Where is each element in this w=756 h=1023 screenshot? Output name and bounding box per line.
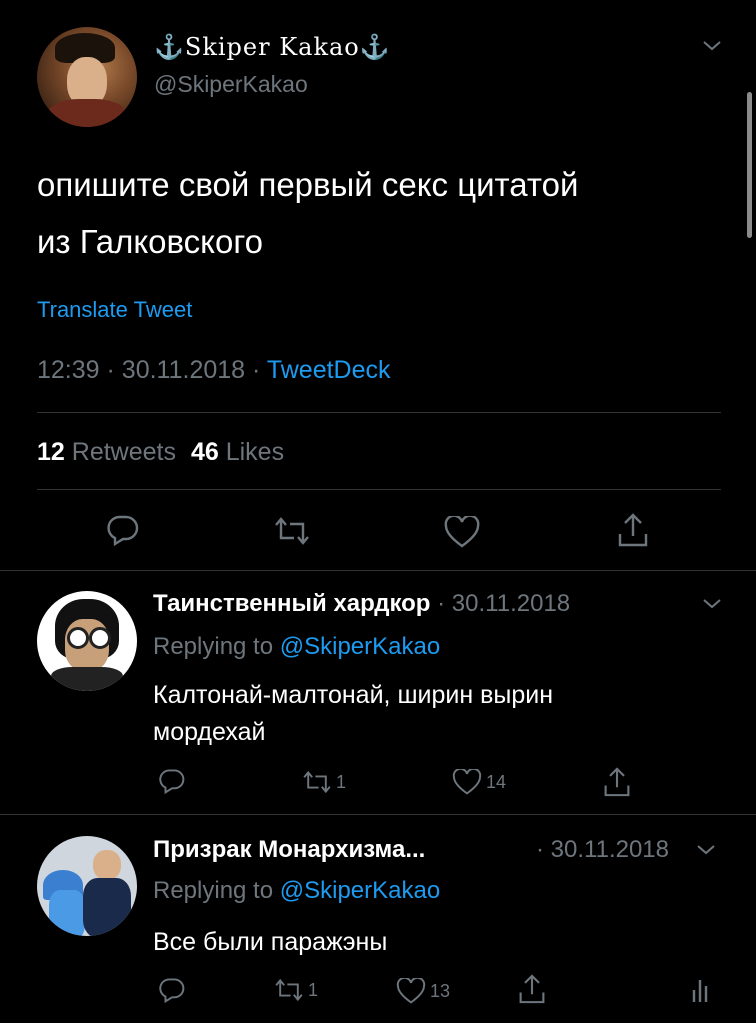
- engagement-stats: 12 Retweets 46 Likes: [37, 438, 284, 467]
- replying-to-prefix: Replying to: [153, 877, 274, 904]
- separator-dot: ·: [106, 356, 115, 384]
- tweet-menu-chevron[interactable]: [700, 38, 724, 54]
- like-button[interactable]: [444, 516, 480, 548]
- reply-like-count: 13: [430, 980, 451, 1001]
- chevron-down-icon: [703, 599, 721, 609]
- retweets-label: Retweets: [71, 438, 176, 466]
- reply-reply-button[interactable]: [158, 768, 186, 794]
- reply-analytics-button[interactable]: [690, 976, 710, 1004]
- reply-retweet-count: 1: [336, 771, 347, 792]
- replying-to-prefix: Replying to: [153, 633, 274, 660]
- reply-button[interactable]: [106, 514, 140, 546]
- tweet-source-link[interactable]: TweetDeck: [267, 356, 391, 384]
- translate-tweet-link[interactable]: Translate Tweet: [37, 297, 192, 323]
- retweets-stat[interactable]: 12 Retweets: [37, 438, 183, 466]
- reply-like-count: 14: [486, 771, 507, 792]
- share-icon: [604, 767, 630, 797]
- divider: [0, 570, 756, 571]
- reply-author-name[interactable]: Таинственный хардкор: [153, 590, 430, 617]
- tweet-text-line-1: опишите свой первый секс цитатой: [37, 166, 579, 203]
- like-icon: [444, 516, 480, 548]
- reply-date: · 30.11.2018: [437, 590, 571, 617]
- reply-icon: [159, 978, 185, 1003]
- likes-count: 46: [190, 438, 219, 466]
- reply-retweet-button[interactable]: 1: [272, 978, 318, 1002]
- share-icon: [618, 513, 648, 547]
- author-avatar[interactable]: [37, 27, 137, 127]
- author-display-name[interactable]: ⚓Skiper Kakao⚓: [154, 33, 391, 61]
- reply-author-name[interactable]: Призрак Монархизма...: [153, 836, 425, 864]
- reply-menu-chevron[interactable]: [694, 842, 718, 858]
- retweet-button[interactable]: [272, 516, 312, 546]
- reply-text-line-2: мордехай: [153, 718, 266, 746]
- share-icon: [519, 974, 545, 1004]
- retweets-count: 12: [37, 438, 65, 466]
- chevron-down-icon: [697, 845, 715, 855]
- likes-stat[interactable]: 46 Likes: [191, 438, 284, 466]
- reply-retweet-count: 1: [308, 979, 319, 1000]
- reply-retweet-button[interactable]: 1: [300, 770, 346, 794]
- reply-date: · 30.11.2018: [536, 836, 669, 863]
- reply-menu-chevron[interactable]: [700, 596, 724, 612]
- tweet-date: 30.11.2018: [121, 356, 246, 384]
- reply-like-button[interactable]: 13: [396, 978, 450, 1004]
- replying-to-handle[interactable]: @SkiperKakao: [280, 633, 440, 660]
- reply-share-button[interactable]: [518, 973, 546, 1005]
- replying-to: Replying to @SkiperKakao: [153, 633, 440, 661]
- reply-share-button[interactable]: [603, 766, 631, 798]
- separator-dot: ·: [252, 356, 261, 384]
- reply-avatar[interactable]: [37, 836, 137, 936]
- retweet-icon: [275, 517, 309, 545]
- share-button[interactable]: [617, 512, 649, 548]
- divider: [37, 489, 721, 490]
- like-icon: [452, 769, 482, 795]
- retweet-icon: [303, 770, 331, 794]
- reply-text-line-1: Калтонай-малтонай, ширин вырин: [153, 681, 554, 709]
- reply-like-button[interactable]: 14: [452, 769, 506, 795]
- retweet-icon: [275, 978, 303, 1002]
- replying-to-handle[interactable]: @SkiperKakao: [280, 877, 440, 904]
- scrollbar[interactable]: [747, 92, 752, 238]
- like-icon: [396, 978, 426, 1004]
- analytics-icon: [692, 980, 708, 1002]
- tweet-time: 12:39: [37, 356, 100, 384]
- reply-text-line-1: Все были паражэны: [153, 928, 388, 956]
- reply-icon: [159, 769, 185, 794]
- reply-avatar[interactable]: [37, 591, 137, 691]
- reply-reply-button[interactable]: [158, 977, 186, 1003]
- divider: [37, 412, 721, 413]
- author-handle[interactable]: @SkiperKakao: [154, 71, 308, 98]
- tweet-timestamp: 12:39 · 30.11.2018 · TweetDeck: [37, 356, 391, 385]
- tweet-text-line-2: из Галковского: [37, 223, 264, 260]
- reply-icon: [107, 515, 139, 546]
- likes-label: Likes: [225, 438, 285, 466]
- replying-to: Replying to @SkiperKakao: [153, 877, 440, 905]
- chevron-down-icon: [703, 41, 721, 51]
- reply-header: Таинственный хардкор · 30.11.2018: [153, 590, 570, 618]
- divider: [0, 814, 756, 815]
